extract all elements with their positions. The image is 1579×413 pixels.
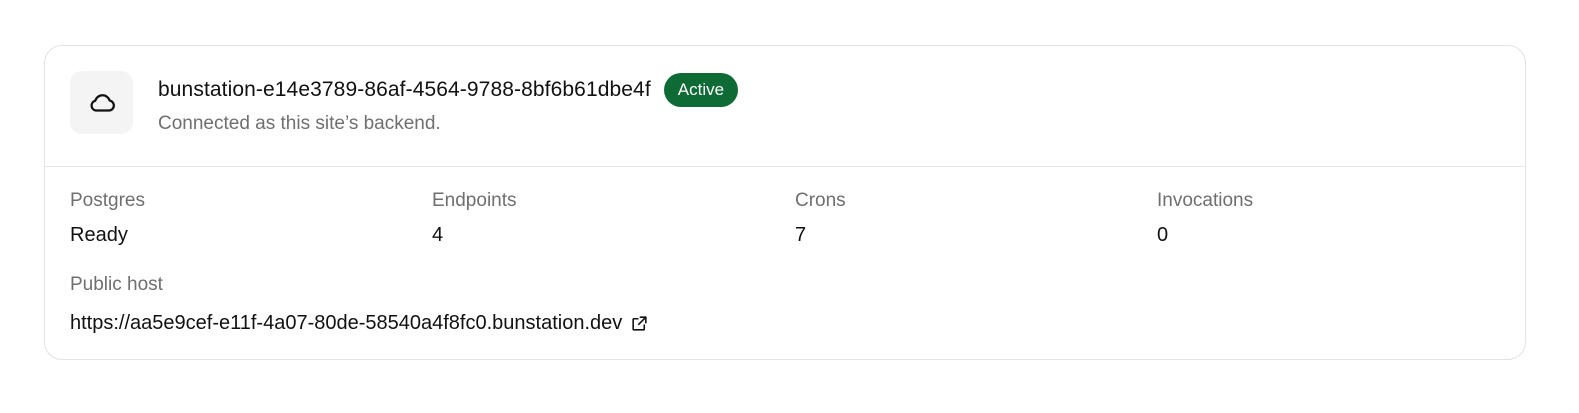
stat-value: 7 bbox=[795, 224, 807, 246]
public-host-label: Public host bbox=[70, 274, 163, 295]
public-host-section: Public host https://aa5e9cef-e11f-4a07-8… bbox=[70, 273, 649, 335]
stat-endpoints: Endpoints 4 bbox=[432, 189, 517, 247]
backend-icon-tile bbox=[70, 71, 133, 134]
stat-label: Invocations bbox=[1157, 190, 1254, 211]
stats-row: Postgres Ready Endpoints 4 Crons 7 Invoc… bbox=[70, 189, 1500, 259]
stat-value: 0 bbox=[1157, 224, 1169, 246]
stat-label: Crons bbox=[795, 190, 846, 211]
stat-invocations: Invocations 0 bbox=[1157, 189, 1253, 247]
public-host-row: https://aa5e9cef-e11f-4a07-80de-58540a4f… bbox=[70, 311, 649, 335]
public-host-link[interactable]: https://aa5e9cef-e11f-4a07-80de-58540a4f… bbox=[70, 311, 622, 335]
stat-label: Endpoints bbox=[432, 190, 517, 211]
stat-postgres: Postgres Ready bbox=[70, 189, 145, 247]
backend-card: bunstation-e14e3789-86af-4564-9788-8bf6b… bbox=[44, 45, 1526, 360]
stat-crons: Crons 7 bbox=[795, 189, 846, 247]
stat-value: Ready bbox=[70, 224, 128, 246]
stat-value: 4 bbox=[432, 224, 444, 246]
stat-label: Postgres bbox=[70, 190, 145, 211]
backend-header: bunstation-e14e3789-86af-4564-9788-8bf6b… bbox=[45, 46, 1525, 167]
external-link-icon[interactable] bbox=[630, 314, 649, 333]
backend-title-row: bunstation-e14e3789-86af-4564-9788-8bf6b… bbox=[158, 72, 739, 108]
backend-name: bunstation-e14e3789-86af-4564-9788-8bf6b… bbox=[158, 78, 651, 101]
cloud-icon bbox=[87, 88, 117, 118]
backend-description: Connected as this site’s backend. bbox=[158, 113, 441, 134]
status-badge: Active bbox=[663, 73, 739, 107]
